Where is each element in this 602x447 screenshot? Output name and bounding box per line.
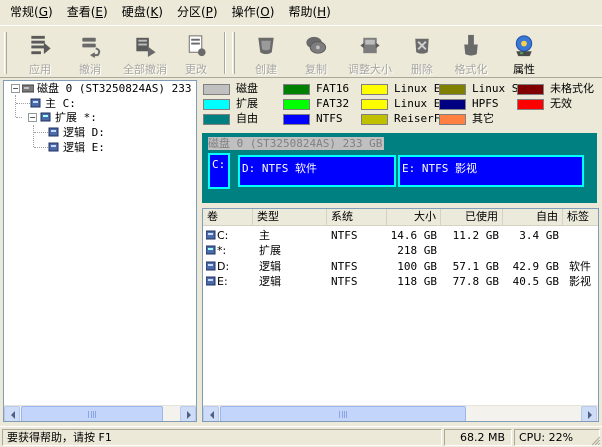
status-help-text: 要获得帮助，请按 F1	[2, 429, 442, 446]
delete-icon	[415, 38, 429, 54]
scroll-right-button[interactable]	[581, 406, 597, 421]
toolbar-grip-2[interactable]	[232, 32, 235, 74]
format-button[interactable]: 格式化	[448, 29, 494, 77]
menu-general[interactable]: 常规(G)	[3, 2, 60, 22]
undo-icon	[82, 37, 101, 58]
table-row[interactable]: *: 扩展 218 GB	[203, 243, 598, 258]
properties-icon	[515, 35, 533, 57]
format-icon	[464, 34, 478, 56]
scroll-left-button[interactable]	[203, 406, 219, 421]
change-button[interactable]: 更改	[176, 29, 216, 77]
legend-swatch	[283, 114, 310, 125]
legend-swatch	[517, 99, 544, 110]
legend-swatch	[283, 99, 310, 110]
delete-button[interactable]: 删除	[402, 29, 442, 77]
scroll-right-button[interactable]	[180, 406, 196, 421]
menu-help[interactable]: 帮助(H)	[281, 2, 337, 22]
menu-operations[interactable]: 操作(O)	[225, 2, 282, 22]
list-horizontal-scrollbar[interactable]	[203, 405, 598, 421]
disk-tree[interactable]: − 磁盘 0 (ST3250824AS) 233 GB 主 C: − 扩展 *:…	[3, 80, 197, 422]
legend-swatch	[361, 99, 388, 110]
partition-c-block[interactable]: C:	[208, 153, 230, 189]
copy-icon	[306, 36, 327, 54]
status-cpu: CPU: 22%	[514, 429, 600, 446]
copy-button[interactable]: 复制	[296, 29, 336, 77]
app-window: 常规(G) 查看(E) 硬盘(K) 分区(P) 操作(O) 帮助(H) 应用 撤…	[0, 0, 602, 447]
tree-item-extended[interactable]: 扩展 *:	[40, 110, 97, 126]
resize-grip-icon[interactable]	[589, 434, 601, 446]
menu-partition[interactable]: 分区(P)	[170, 2, 225, 22]
menu-bar: 常规(G) 查看(E) 硬盘(K) 分区(P) 操作(O) 帮助(H)	[0, 0, 602, 24]
create-icon	[258, 37, 274, 55]
partition-e-block[interactable]: E: NTFS 影视	[398, 155, 584, 187]
apply-icon	[31, 35, 51, 55]
legend-swatch	[283, 84, 310, 95]
properties-button[interactable]: 属性	[504, 29, 544, 77]
toolbar: 应用 撤消 全部撤消 更改 创建 复制 调整大小 删除 格式化 属性	[0, 25, 602, 78]
tree-item-disk[interactable]: 磁盘 0 (ST3250824AS) 233 GB	[22, 81, 196, 97]
list-header: 卷 类型 系统 大小 已使用 自由 标签	[203, 209, 598, 226]
menu-disk[interactable]: 硬盘(K)	[115, 2, 170, 22]
create-button[interactable]: 创建	[246, 29, 286, 77]
legend-swatch	[361, 114, 388, 125]
undo-all-button[interactable]: 全部撤消	[118, 29, 172, 77]
legend-swatch	[361, 84, 388, 95]
undo-all-icon	[136, 37, 156, 58]
disk-map-title[interactable]: 磁盘 0 (ST3250824AS) 233 GB	[208, 137, 385, 150]
column-used[interactable]: 已使用	[441, 209, 503, 226]
legend-swatch	[439, 114, 466, 125]
apply-button[interactable]: 应用	[18, 29, 62, 77]
scroll-thumb[interactable]	[21, 406, 163, 421]
toolbar-separator	[224, 32, 226, 74]
undo-button[interactable]: 撤消	[68, 29, 112, 77]
legend-swatch	[203, 99, 230, 110]
table-row[interactable]: D: 逻辑 NTFS 100 GB 57.1 GB 42.9 GB 软件	[203, 259, 598, 274]
column-volume[interactable]: 卷	[203, 209, 253, 226]
tree-item-logical-d[interactable]: 逻辑 D:	[48, 125, 105, 141]
table-row[interactable]: E: 逻辑 NTFS 118 GB 77.8 GB 40.5 GB 影视	[203, 274, 598, 289]
disk-map: 磁盘 0 (ST3250824AS) 233 GB C: D: NTFS 软件 …	[202, 133, 597, 203]
legend-swatch	[203, 84, 230, 95]
legend-swatch	[439, 84, 466, 95]
volume-icon	[48, 127, 59, 137]
column-filesystem[interactable]: 系统	[327, 209, 387, 226]
table-row[interactable]: C: 主 NTFS 14.6 GB 11.2 GB 3.4 GB	[203, 228, 598, 243]
volume-icon	[206, 276, 216, 286]
volume-icon	[206, 230, 216, 240]
tree-horizontal-scrollbar[interactable]	[4, 405, 196, 421]
partition-d-block[interactable]: D: NTFS 软件	[238, 155, 396, 187]
legend-swatch	[203, 114, 230, 125]
scroll-left-button[interactable]	[4, 406, 20, 421]
collapse-disk-toggle[interactable]: −	[11, 84, 20, 93]
legend-swatch	[439, 99, 466, 110]
collapse-extended-toggle[interactable]: −	[28, 113, 37, 122]
column-type[interactable]: 类型	[253, 209, 327, 226]
filesystem-legend: 磁盘 扩展 自由 FAT16 FAT32 NTFS Linux E: Linux…	[203, 82, 599, 128]
column-size[interactable]: 大小	[387, 209, 441, 226]
scroll-thumb[interactable]	[220, 406, 466, 421]
toolbar-grip[interactable]	[4, 32, 7, 74]
extended-partition-icon	[206, 245, 216, 255]
resize-icon	[360, 37, 380, 54]
partition-list[interactable]: 卷 类型 系统 大小 已使用 自由 标签 C: 主 NTFS 14.6 GB 1…	[202, 208, 599, 422]
status-memory: 68.2 MB	[444, 429, 512, 446]
volume-icon	[48, 142, 59, 152]
tree-item-logical-e[interactable]: 逻辑 E:	[48, 140, 105, 156]
column-free[interactable]: 自由	[503, 209, 563, 226]
status-bar: 要获得帮助，请按 F1 68.2 MB CPU: 22%	[0, 426, 602, 447]
volume-icon	[30, 98, 41, 108]
harddisk-icon	[22, 84, 34, 93]
legend-swatch	[517, 84, 544, 95]
extended-partition-icon	[40, 112, 51, 122]
menu-view[interactable]: 查看(E)	[60, 2, 115, 22]
change-icon	[188, 35, 206, 57]
column-label[interactable]: 标签	[563, 209, 598, 226]
resize-button[interactable]: 调整大小	[344, 29, 396, 77]
volume-icon	[206, 261, 216, 271]
